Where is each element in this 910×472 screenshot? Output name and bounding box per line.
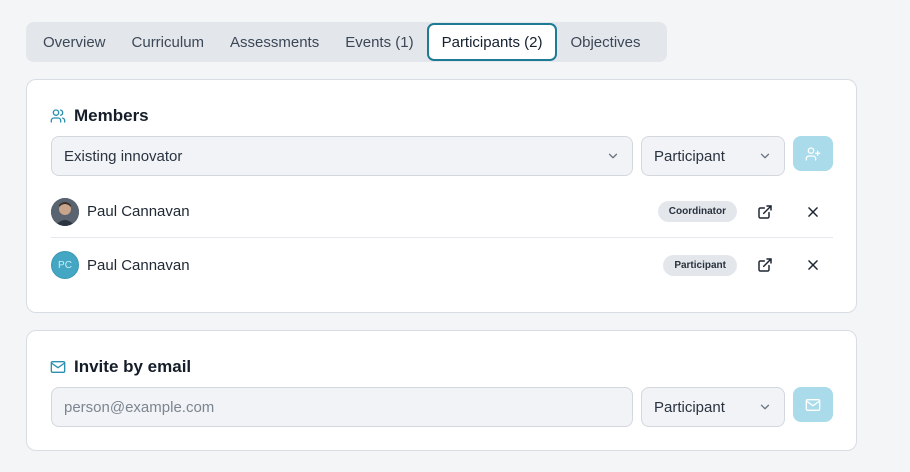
innovator-select-value: Existing innovator	[64, 147, 183, 165]
invite-role-select[interactable]: Participant	[641, 387, 785, 427]
avatar-initials: PC	[58, 259, 72, 271]
add-member-button[interactable]	[793, 136, 833, 171]
chevron-down-icon	[758, 400, 772, 414]
members-header: Members	[50, 106, 149, 126]
invite-card: Invite by email Participant	[26, 330, 857, 451]
avatar	[51, 197, 79, 226]
chevron-down-icon	[758, 149, 772, 163]
external-link-icon[interactable]	[755, 202, 775, 222]
send-invite-button[interactable]	[793, 387, 833, 422]
tab-curriculum[interactable]: Curriculum	[119, 26, 218, 58]
user-plus-icon	[805, 146, 821, 162]
avatar: PC	[51, 251, 79, 279]
tab-overview[interactable]: Overview	[30, 26, 119, 58]
invite-role-select-value: Participant	[654, 398, 725, 416]
mail-icon	[50, 359, 66, 375]
member-row: PC Paul Cannavan Participant	[51, 239, 833, 291]
users-icon	[50, 108, 66, 124]
member-name: Paul Cannavan	[87, 203, 190, 220]
tab-assessments[interactable]: Assessments	[217, 26, 332, 58]
member-row: Paul Cannavan Coordinator	[51, 186, 833, 238]
innovator-select[interactable]: Existing innovator	[51, 136, 633, 176]
tab-bar: Overview Curriculum Assessments Events (…	[26, 22, 667, 62]
role-badge: Coordinator	[657, 201, 737, 222]
close-icon[interactable]	[803, 202, 823, 222]
tab-objectives[interactable]: Objectives	[557, 26, 653, 58]
member-role-select-value: Participant	[654, 147, 725, 165]
members-card: Members Existing innovator Participant P…	[26, 79, 857, 313]
email-input[interactable]	[51, 387, 633, 427]
invite-header: Invite by email	[50, 357, 191, 377]
member-role-select[interactable]: Participant	[641, 136, 785, 176]
members-title: Members	[74, 106, 149, 125]
chevron-down-icon	[606, 149, 620, 163]
mail-icon	[805, 397, 821, 413]
tab-participants[interactable]: Participants (2)	[426, 23, 558, 61]
close-icon[interactable]	[803, 255, 823, 275]
role-badge: Participant	[663, 254, 737, 276]
tab-events[interactable]: Events (1)	[332, 26, 426, 58]
invite-title: Invite by email	[74, 357, 192, 376]
external-link-icon[interactable]	[755, 255, 775, 275]
member-name: Paul Cannavan	[87, 256, 190, 274]
